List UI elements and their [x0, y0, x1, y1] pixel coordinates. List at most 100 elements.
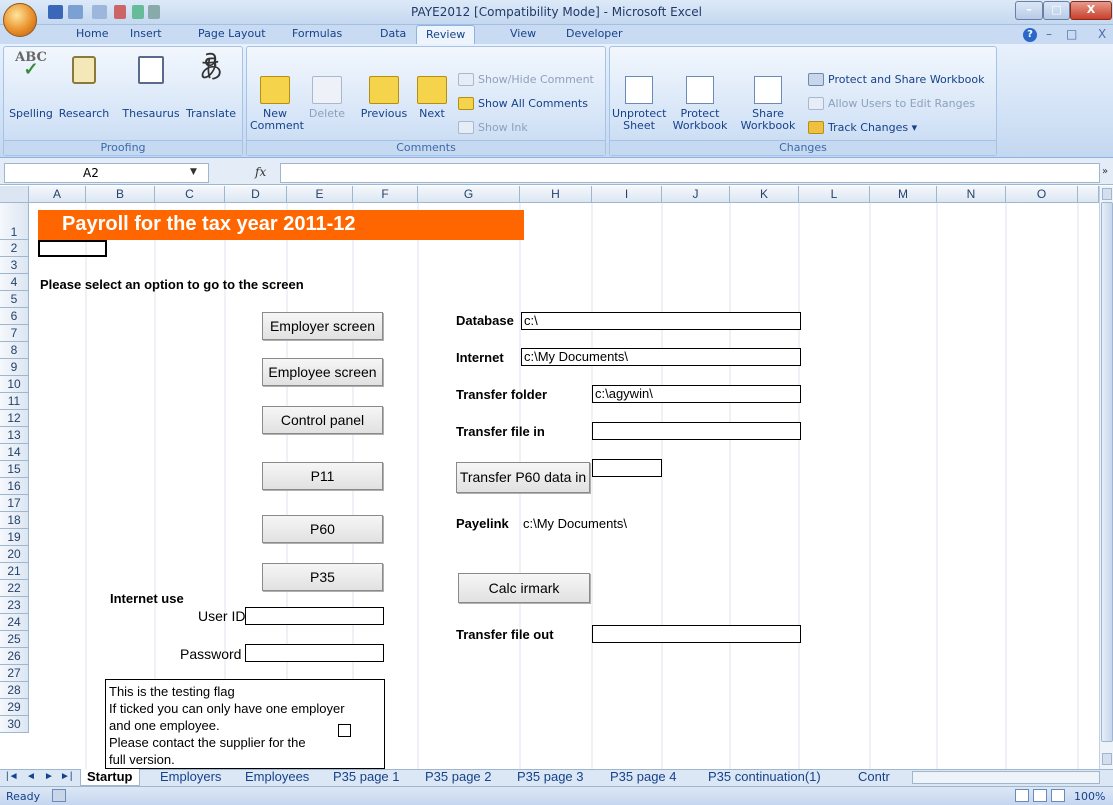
- row-header[interactable]: 6: [0, 308, 29, 325]
- column-header[interactable]: N: [937, 186, 1006, 203]
- row-header[interactable]: 11: [0, 393, 29, 410]
- scroll-down-arrow[interactable]: [1102, 753, 1112, 765]
- row-header[interactable]: 5: [0, 291, 29, 308]
- row-header[interactable]: 10: [0, 376, 29, 393]
- ribbon-restore-icon[interactable]: □: [1066, 27, 1077, 41]
- row-header[interactable]: 30: [0, 716, 29, 733]
- sheet-tab-startup[interactable]: Startup: [80, 769, 140, 786]
- row-header[interactable]: 9: [0, 359, 29, 376]
- row-header[interactable]: 18: [0, 512, 29, 529]
- row-header[interactable]: 1: [0, 203, 29, 240]
- employer-screen-button[interactable]: Employer screen: [262, 312, 383, 340]
- tab-developer[interactable]: Developer: [566, 25, 623, 44]
- column-header[interactable]: O: [1006, 186, 1078, 203]
- column-header[interactable]: L: [799, 186, 870, 203]
- row-header[interactable]: 29: [0, 699, 29, 716]
- formula-input[interactable]: [280, 163, 1100, 183]
- sheet-tab-p35-page-3[interactable]: P35 page 3: [517, 769, 584, 786]
- row-header[interactable]: 14: [0, 444, 29, 461]
- tab-formulas[interactable]: Formulas: [292, 25, 342, 44]
- sheet-tab-p35-page-2[interactable]: P35 page 2: [425, 769, 492, 786]
- sheet-nav-next-icon[interactable]: ►: [44, 769, 54, 786]
- page-break-view-icon[interactable]: [1051, 789, 1065, 802]
- sheet-tab-employees[interactable]: Employees: [245, 769, 309, 786]
- row-header[interactable]: 20: [0, 546, 29, 563]
- tab-insert[interactable]: Insert: [130, 25, 162, 44]
- thesaurus-button[interactable]: Thesaurus: [122, 50, 180, 120]
- maximize-button[interactable]: □: [1043, 1, 1070, 20]
- page-layout-view-icon[interactable]: [1033, 789, 1047, 802]
- protect-workbook-button[interactable]: Protect Workbook: [672, 50, 728, 140]
- sheet-nav-first-icon[interactable]: |◄: [6, 769, 19, 786]
- p11-button[interactable]: P11: [262, 462, 383, 490]
- transfer-file-in-field[interactable]: [592, 422, 801, 440]
- scroll-up-arrow[interactable]: [1102, 188, 1112, 200]
- column-header[interactable]: E: [287, 186, 353, 203]
- delete-comment-button[interactable]: Delete: [300, 50, 354, 120]
- row-header[interactable]: 3: [0, 257, 29, 274]
- minimize-button[interactable]: –: [1015, 1, 1043, 20]
- sheet-nav-last-icon[interactable]: ►|: [60, 769, 73, 786]
- translate-button[interactable]: aあ Translate: [182, 46, 240, 120]
- vertical-scrollbar[interactable]: [1099, 186, 1113, 769]
- column-header[interactable]: B: [86, 186, 155, 203]
- user-id-field[interactable]: [245, 607, 384, 625]
- row-header[interactable]: 19: [0, 529, 29, 546]
- column-header[interactable]: K: [730, 186, 799, 203]
- row-header[interactable]: 23: [0, 597, 29, 614]
- employee-screen-button[interactable]: Employee screen: [262, 358, 383, 386]
- column-header[interactable]: J: [662, 186, 730, 203]
- show-hide-comment-button[interactable]: Show/Hide Comment: [458, 72, 598, 88]
- tab-data[interactable]: Data: [380, 25, 406, 44]
- control-panel-button[interactable]: Control panel: [262, 406, 383, 434]
- show-all-comments-button[interactable]: Show All Comments: [458, 96, 598, 112]
- column-header[interactable]: G: [418, 186, 520, 203]
- row-header[interactable]: 24: [0, 614, 29, 631]
- scroll-thumb[interactable]: [1101, 202, 1113, 742]
- row-header[interactable]: 15: [0, 461, 29, 478]
- database-field[interactable]: c:\: [521, 312, 801, 330]
- tab-review[interactable]: Review: [416, 25, 476, 44]
- transfer-folder-field[interactable]: c:\agywin\: [592, 385, 801, 403]
- sheet-nav-prev-icon[interactable]: ◄: [26, 769, 36, 786]
- tab-view[interactable]: View: [510, 25, 536, 44]
- select-all-corner[interactable]: [0, 186, 29, 203]
- transfer-file-out-field[interactable]: [592, 625, 801, 643]
- password-field[interactable]: [245, 644, 384, 662]
- close-button[interactable]: X: [1070, 1, 1112, 20]
- unprotect-sheet-button[interactable]: Unprotect Sheet: [612, 50, 666, 140]
- row-header[interactable]: 8: [0, 342, 29, 359]
- new-comment-button[interactable]: New Comment: [250, 50, 304, 140]
- column-header[interactable]: C: [155, 186, 225, 203]
- internet-field[interactable]: c:\My Documents\: [521, 348, 801, 366]
- column-header[interactable]: F: [353, 186, 418, 203]
- horizontal-scrollbar[interactable]: [912, 771, 1100, 784]
- row-header[interactable]: 22: [0, 580, 29, 597]
- selected-cell-a2[interactable]: [38, 240, 107, 257]
- expand-formula-bar-icon[interactable]: »: [1102, 166, 1108, 177]
- row-header[interactable]: 12: [0, 410, 29, 427]
- name-box-dropdown-icon[interactable]: ▼: [190, 167, 197, 177]
- column-header-partial[interactable]: [1078, 186, 1099, 203]
- research-button[interactable]: Research: [58, 50, 110, 120]
- row-header[interactable]: 17: [0, 495, 29, 512]
- p60-button[interactable]: P60: [262, 515, 383, 543]
- normal-view-icon[interactable]: [1015, 789, 1029, 802]
- column-header[interactable]: I: [592, 186, 662, 203]
- row-header[interactable]: 16: [0, 478, 29, 495]
- allow-users-edit-ranges-button[interactable]: Allow Users to Edit Ranges: [808, 96, 994, 112]
- row-header[interactable]: 26: [0, 648, 29, 665]
- sheet-tab-employers[interactable]: Employers: [160, 769, 221, 786]
- row-header[interactable]: 28: [0, 682, 29, 699]
- tab-home[interactable]: Home: [76, 25, 108, 44]
- show-ink-button[interactable]: Show Ink: [458, 120, 598, 136]
- row-header[interactable]: 13: [0, 427, 29, 444]
- tab-page-layout[interactable]: Page Layout: [198, 25, 266, 44]
- sheet-tab-control[interactable]: Contr: [858, 769, 890, 786]
- previous-comment-button[interactable]: Previous: [356, 50, 412, 120]
- transfer-p60-field[interactable]: [592, 459, 662, 477]
- row-header[interactable]: 7: [0, 325, 29, 342]
- share-workbook-button[interactable]: Share Workbook: [738, 50, 798, 140]
- sheet-tab-p35-page-1[interactable]: P35 page 1: [333, 769, 400, 786]
- transfer-p60-button[interactable]: Transfer P60 data in: [456, 462, 590, 493]
